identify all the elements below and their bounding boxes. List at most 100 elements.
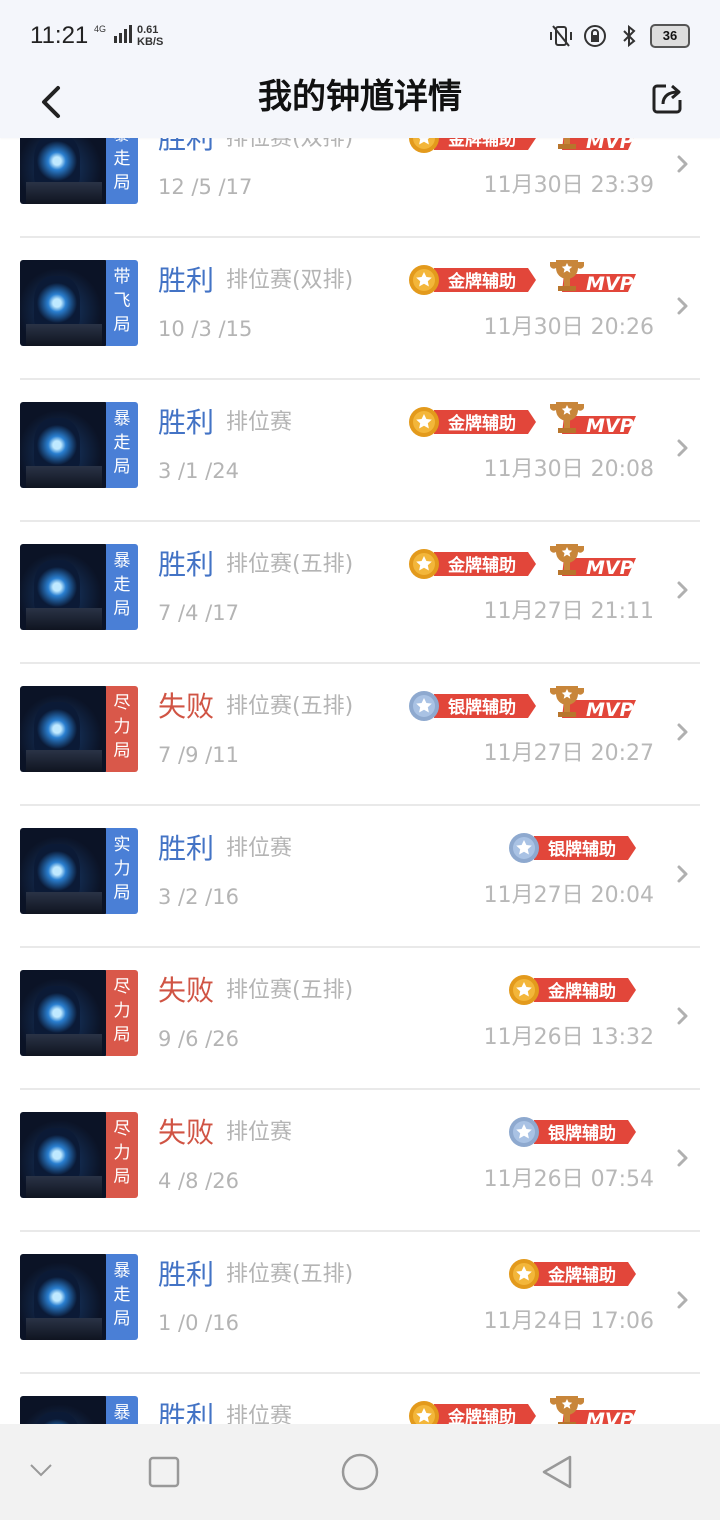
match-result: 胜利 — [158, 1400, 215, 1424]
match-mode: 排位赛(双排) — [226, 268, 354, 293]
mvp-label: MVP — [586, 273, 634, 295]
medal-badge-wrap: 金牌辅助 — [404, 546, 538, 582]
performance-tag: 暴 走 局 — [106, 1254, 138, 1340]
match-result: 胜利 — [158, 264, 215, 297]
tag-char: 走 — [113, 575, 131, 595]
mvp-badge-wrap: MVP — [546, 684, 640, 724]
medal-icon — [409, 549, 439, 579]
tag-char: 暴 — [113, 409, 131, 429]
tag-char: 局 — [113, 315, 131, 335]
medal-label: 金牌辅助 — [447, 555, 516, 576]
kda-stats: 9 /6 /26 — [158, 1027, 239, 1051]
medal-badge-wrap: 金牌辅助 — [404, 1398, 538, 1424]
match-mode: 排位赛 — [226, 836, 293, 861]
tag-char: 暴 — [113, 1403, 131, 1423]
mvp-label: MVP — [586, 1409, 634, 1424]
status-time: 11:21 — [30, 22, 89, 49]
match-result: 失败 — [158, 1116, 215, 1149]
match-row[interactable]: 带 飞 局 胜利 排位赛(双排) 10 /3 /15 11月30日 20:26 … — [0, 238, 720, 380]
performance-tag: 尽 力 局 — [106, 686, 138, 772]
match-row[interactable]: 尽 力 局 失败 排位赛(五排) 7 /9 /11 11月27日 20:27 银… — [0, 664, 720, 806]
match-mode: 排位赛 — [226, 410, 293, 435]
match-result: 胜利 — [158, 548, 215, 581]
chevron-right-icon — [677, 865, 688, 883]
hero-avatar — [20, 402, 108, 488]
nav-back-icon[interactable] — [540, 1454, 574, 1490]
hero-avatar — [20, 970, 108, 1056]
mvp-badge-wrap: MVP — [546, 400, 640, 440]
medal-label: 金牌辅助 — [547, 981, 616, 1002]
share-button[interactable] — [650, 80, 686, 116]
match-date: 11月26日 13:32 — [483, 1025, 654, 1050]
mvp-label: MVP — [586, 557, 634, 579]
match-row[interactable]: 实 力 局 胜利 排位赛 3 /2 /16 11月27日 20:04 银牌辅助 — [0, 806, 720, 948]
kda-stats: 3 /2 /16 — [158, 885, 239, 909]
match-date: 11月27日 20:27 — [483, 741, 654, 766]
mvp-badge: MVP — [550, 544, 636, 579]
lock-icon — [584, 25, 606, 47]
match-row[interactable]: 暴 走 局 胜利 排位赛(五排) 7 /4 /17 11月27日 21:11 金… — [0, 522, 720, 664]
medal-label: 金牌辅助 — [447, 271, 516, 292]
match-row[interactable]: 暴 走 局 胜利 排位赛 3 /1 /24 11月30日 20:08 金牌辅助 — [0, 380, 720, 522]
gold-medal-badge: 金牌辅助 — [509, 975, 636, 1005]
match-date: 11月24日 17:06 — [483, 1309, 654, 1334]
chevron-right-icon — [677, 1007, 688, 1025]
bluetooth-icon — [623, 24, 636, 48]
medal-badge-wrap: 银牌辅助 — [504, 1114, 638, 1150]
match-list: 暴 走 局 胜利 排位赛(双排) 12 /5 /17 11月30日 23:39 … — [0, 0, 720, 1424]
chevron-right-icon — [677, 1149, 688, 1167]
network-speed: 0.61 KB/S — [137, 24, 163, 48]
medal-icon — [509, 833, 539, 863]
chevron-right-icon — [677, 297, 688, 315]
tag-char: 局 — [113, 1025, 131, 1045]
tag-char: 尽 — [113, 693, 131, 713]
gold-medal-badge: 金牌辅助 — [409, 407, 536, 437]
status-bar: 11:21 4G 0.61 KB/S 36 — [0, 0, 720, 72]
match-date: 11月30日 20:26 — [483, 315, 654, 340]
nav-down-icon[interactable] — [28, 1460, 54, 1480]
match-row[interactable]: 暴 走 局 胜利 排位赛(五排) 1 /0 /16 11月24日 17:06 金… — [0, 1232, 720, 1374]
medal-icon — [509, 1259, 539, 1289]
battery-indicator: 36 — [650, 24, 690, 48]
tag-char: 力 — [113, 859, 131, 879]
tag-char: 局 — [113, 1309, 131, 1329]
tag-char: 局 — [113, 741, 131, 761]
medal-label: 银牌辅助 — [548, 1123, 616, 1144]
hero-avatar — [20, 544, 108, 630]
tag-char: 暴 — [113, 1261, 131, 1281]
chevron-right-icon — [677, 439, 688, 457]
match-row[interactable]: 尽 力 局 失败 排位赛(五排) 9 /6 /26 11月26日 13:32 金… — [0, 948, 720, 1090]
nav-recents-icon[interactable] — [148, 1456, 180, 1488]
medal-badge-wrap: 金牌辅助 — [504, 972, 638, 1008]
kda-stats: 1 /0 /16 — [158, 1311, 239, 1335]
tag-char: 力 — [113, 717, 131, 737]
silver-medal-badge: 银牌辅助 — [409, 691, 536, 721]
tag-char: 局 — [113, 883, 131, 903]
match-row[interactable]: 尽 力 局 失败 排位赛 4 /8 /26 11月26日 07:54 银牌辅助 — [0, 1090, 720, 1232]
performance-tag: 带 飞 局 — [106, 260, 138, 346]
hero-avatar — [20, 1112, 108, 1198]
tag-char: 实 — [113, 835, 131, 855]
medal-label: 金牌辅助 — [447, 1407, 516, 1424]
match-date: 11月30日 20:08 — [483, 457, 654, 482]
match-mode: 排位赛(五排) — [226, 694, 354, 719]
signal-icon — [114, 25, 132, 43]
match-date: 11月26日 07:54 — [483, 1167, 654, 1192]
medal-badge-wrap: 银牌辅助 — [404, 688, 538, 724]
medal-icon — [509, 975, 539, 1005]
match-row[interactable]: 暴 走 局 胜利 排位赛 金牌辅助 — [0, 1374, 720, 1424]
network-type: 4G — [94, 24, 107, 34]
match-date: 11月30日 23:39 — [483, 173, 654, 198]
performance-tag: 实 力 局 — [106, 828, 138, 914]
chevron-right-icon — [677, 155, 688, 173]
tag-char: 局 — [113, 173, 131, 193]
tag-char: 走 — [113, 1285, 131, 1305]
chevron-right-icon — [677, 723, 688, 741]
tag-char: 局 — [113, 457, 131, 477]
medal-badge-wrap: 银牌辅助 — [504, 830, 638, 866]
performance-tag: 暴 走 局 — [106, 1396, 138, 1424]
mvp-badge: MVP — [550, 1396, 636, 1424]
mvp-badge-wrap: MVP — [546, 258, 640, 298]
mvp-badge: MVP — [550, 686, 636, 721]
nav-home-icon[interactable] — [340, 1452, 380, 1492]
